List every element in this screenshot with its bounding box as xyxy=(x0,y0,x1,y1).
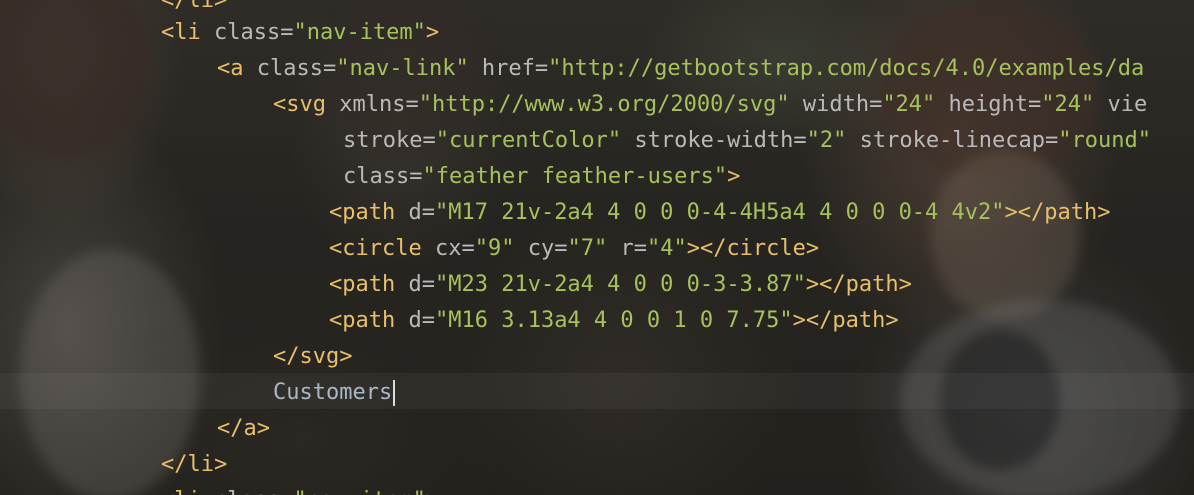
code-token-txt: Customers xyxy=(273,380,393,405)
code-token-attr: vie xyxy=(1094,92,1148,117)
code-token-attr: d= xyxy=(408,200,435,225)
code-token-attr: height= xyxy=(935,92,1042,117)
code-token-tag: <a xyxy=(217,56,257,81)
code-token-attr: class= xyxy=(213,20,294,45)
code-line[interactable]: <circle cx="9" cy="7" r="4"></circle> xyxy=(329,231,819,267)
code-token-str: "http://www.w3.org/2000/svg" xyxy=(418,92,790,117)
code-token-tag: <li xyxy=(161,488,214,495)
code-token-str: "M17 21v-2a4 4 0 0 0-4-4H5a4 4 0 0 0-4 4… xyxy=(434,200,1005,225)
code-token-str: "24" xyxy=(1041,92,1095,117)
code-line[interactable]: stroke="currentColor" stroke-width="2" s… xyxy=(343,123,1151,159)
code-line[interactable]: </li> xyxy=(161,447,227,483)
code-token-attr: class= xyxy=(256,56,337,81)
code-token-tag: <path xyxy=(329,272,409,297)
text-caret xyxy=(393,380,396,406)
code-token-tag: </a> xyxy=(217,416,270,441)
code-token-str: "24" xyxy=(882,92,936,117)
code-token-str: "M23 21v-2a4 4 0 0 0-3-3.87" xyxy=(434,272,806,297)
code-token-attr: stroke-linecap= xyxy=(846,128,1059,153)
code-token-tag: </li> xyxy=(161,452,228,477)
code-token-str: "nav-link" xyxy=(336,56,469,81)
code-line[interactable]: <path d="M23 21v-2a4 4 0 0 0-3-3.87"></p… xyxy=(329,267,912,303)
code-token-tag: <path xyxy=(329,308,409,333)
code-token-tag: </svg> xyxy=(273,344,353,369)
code-line[interactable]: <a class="nav-link" href="http://getboot… xyxy=(217,51,1144,87)
code-line[interactable]: <li class="nav-item"> xyxy=(161,483,439,495)
code-token-attr: href= xyxy=(468,56,549,81)
code-token-str: "feather feather-users" xyxy=(422,164,728,189)
code-line[interactable]: class="feather feather-users"> xyxy=(343,159,740,195)
code-token-str: "9" xyxy=(474,236,515,261)
code-token-tag: <path xyxy=(329,200,409,225)
code-token-tag: </li> xyxy=(161,0,228,13)
code-token-tag: ></path> xyxy=(1004,200,1111,225)
code-token-attr: cx= xyxy=(434,236,475,261)
code-token-str: "http://getbootstrap.com/docs/4.0/exampl… xyxy=(548,56,1145,81)
code-line[interactable]: <svg xmlns="http://www.w3.org/2000/svg" … xyxy=(273,87,1147,123)
code-token-attr: d= xyxy=(408,308,435,333)
code-line[interactable]: <path d="M16 3.13a4 4 0 0 1 0 7.75"></pa… xyxy=(329,303,899,339)
code-token-str: "2" xyxy=(806,128,847,153)
code-token-attr: d= xyxy=(408,272,435,297)
code-line[interactable]: </svg> xyxy=(273,339,352,375)
code-token-attr: class= xyxy=(343,164,423,189)
code-token-str: "round" xyxy=(1058,128,1151,153)
code-token-str: "4" xyxy=(646,236,687,261)
code-token-tag: > xyxy=(727,164,741,189)
code-token-attr: class= xyxy=(214,488,293,495)
code-token-attr: xmlns= xyxy=(339,92,419,117)
code-line[interactable]: </a> xyxy=(217,411,270,447)
code-line[interactable]: <path d="M17 21v-2a4 4 0 0 0-4-4H5a4 4 0… xyxy=(329,195,1111,231)
code-token-str: "7" xyxy=(567,236,608,261)
code-token-attr: r= xyxy=(607,236,647,261)
code-line-current[interactable]: Customers xyxy=(273,375,396,411)
code-token-tag: <svg xyxy=(273,92,340,117)
code-token-tag: ></path> xyxy=(792,308,899,333)
code-token-str: "nav-item" xyxy=(293,488,425,495)
code-token-tag: ></circle> xyxy=(686,236,820,261)
code-token-tag: > xyxy=(425,20,440,45)
code-token-tag: <li xyxy=(161,20,214,45)
code-token-attr: width= xyxy=(789,92,883,117)
code-token-tag: <circle xyxy=(329,236,435,261)
code-token-tag: > xyxy=(426,488,439,495)
code-token-str: "M16 3.13a4 4 0 0 1 0 7.75" xyxy=(434,308,793,333)
code-token-attr: stroke= xyxy=(343,128,436,153)
code-token-str: "currentColor" xyxy=(435,128,622,153)
code-line[interactable]: <li class="nav-item"> xyxy=(161,15,439,51)
code-editor[interactable]: </li> <li class="nav-item"> <a class="na… xyxy=(0,0,1194,495)
code-token-attr: cy= xyxy=(514,236,568,261)
code-token-str: "nav-item" xyxy=(293,20,426,45)
code-token-tag: ></path> xyxy=(805,272,912,297)
code-token-attr: stroke-width= xyxy=(621,128,807,153)
